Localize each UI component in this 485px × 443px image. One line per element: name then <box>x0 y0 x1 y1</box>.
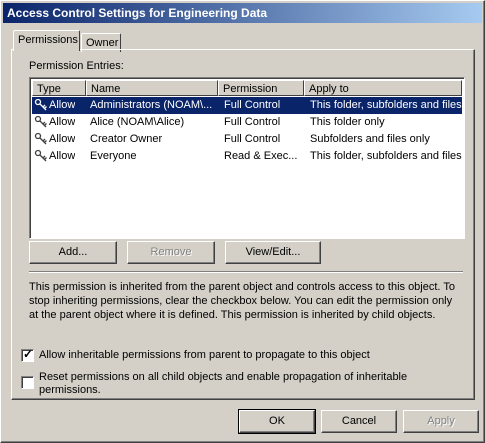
tab-owner-label: Owner <box>86 37 119 49</box>
key-person-icon <box>34 132 47 145</box>
list-item[interactable]: Allow Everyone Read & Exec... This folde… <box>32 148 462 165</box>
checkmark-icon: ✓ <box>23 347 34 361</box>
entry-type: Allow <box>49 116 76 128</box>
key-person-icon <box>34 115 47 128</box>
entry-type: Allow <box>49 150 76 162</box>
entry-apply-to: This folder, subfolders and files <box>310 150 462 162</box>
key-person-icon <box>34 98 47 111</box>
inheritance-info-text: This permission is inherited from the pa… <box>29 281 455 321</box>
column-header-permission[interactable]: Permission <box>218 80 304 96</box>
divider <box>29 271 463 273</box>
entry-permission: Read & Exec... <box>224 150 298 162</box>
entry-name: Creator Owner <box>90 133 163 145</box>
key-person-icon <box>34 149 47 162</box>
title-bar[interactable]: Access Control Settings for Engineering … <box>3 3 482 23</box>
entry-name: Administrators (NOAM\... <box>90 99 213 111</box>
entry-type: Allow <box>49 99 76 111</box>
entry-name: Alice (NOAM\Alice) <box>90 116 185 128</box>
column-header-name[interactable]: Name <box>86 80 218 96</box>
entry-permission: Full Control <box>224 116 281 128</box>
entry-type: Allow <box>49 133 76 145</box>
column-header-apply-to[interactable]: Apply to <box>304 80 462 96</box>
ok-button[interactable]: OK <box>238 409 316 434</box>
tab-permissions-label: Permissions <box>18 34 78 46</box>
permission-entries-label: Permission Entries: <box>29 60 124 72</box>
permission-entries-list[interactable]: Type Name Permission Apply to Allow Admi… <box>29 77 465 239</box>
reset-permissions-label[interactable]: Reset permissions on all child objects a… <box>39 371 439 397</box>
list-item[interactable]: Allow Alice (NOAM\Alice) Full Control Th… <box>32 114 462 131</box>
entry-apply-to: Subfolders and files only <box>310 133 430 145</box>
entry-permission: Full Control <box>224 133 281 145</box>
entry-name: Everyone <box>90 150 137 162</box>
remove-button[interactable]: Remove <box>127 241 215 264</box>
add-button[interactable]: Add... <box>29 241 117 264</box>
entry-apply-to: This folder, subfolders and files <box>310 99 462 111</box>
inherit-permissions-label[interactable]: Allow inheritable permissions from paren… <box>39 349 370 361</box>
list-item[interactable]: Allow Creator Owner Full Control Subfold… <box>32 131 462 148</box>
apply-button[interactable]: Apply <box>403 410 479 433</box>
entry-permission: Full Control <box>224 99 281 111</box>
cancel-button[interactable]: Cancel <box>321 410 397 433</box>
reset-permissions-checkbox[interactable] <box>21 376 34 389</box>
tab-permissions[interactable]: Permissions <box>13 30 80 51</box>
inherit-permissions-checkbox[interactable]: ✓ <box>21 347 34 362</box>
entry-apply-to: This folder only <box>310 116 385 128</box>
column-header-type[interactable]: Type <box>32 80 86 96</box>
window-title: Access Control Settings for Engineering … <box>7 6 268 20</box>
dialog-window: Access Control Settings for Engineering … <box>0 0 485 443</box>
view-edit-button[interactable]: View/Edit... <box>225 241 321 264</box>
list-item[interactable]: Allow Administrators (NOAM\... Full Cont… <box>32 97 462 114</box>
